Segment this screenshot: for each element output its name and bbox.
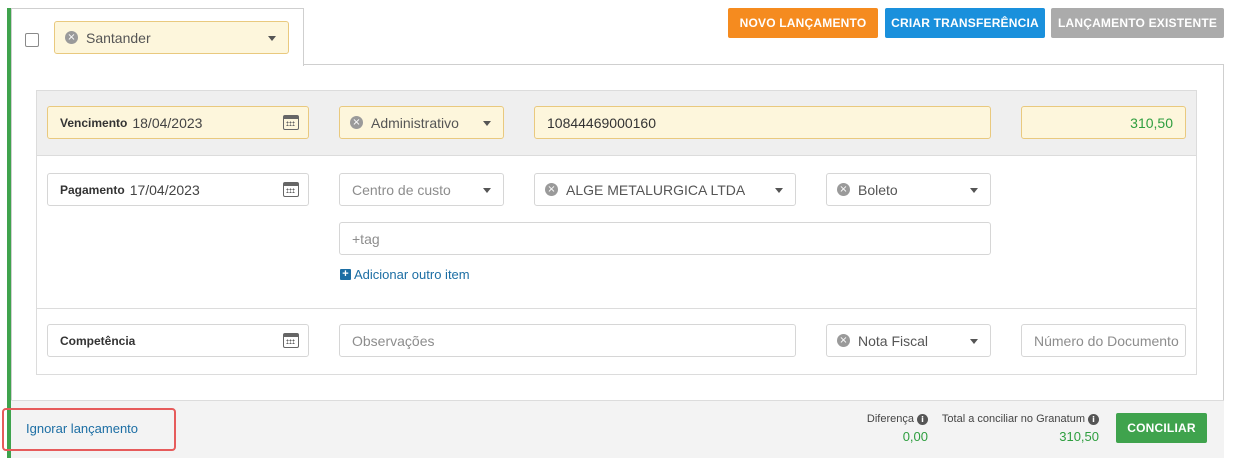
clear-icon[interactable]: × [65, 31, 78, 44]
calendar-icon[interactable] [283, 333, 299, 348]
amount-value: 310,50 [1130, 114, 1173, 131]
chevron-down-icon [483, 188, 491, 193]
total-value: 310,50 [1059, 429, 1099, 444]
clear-icon[interactable]: × [837, 183, 850, 196]
numero-documento-input[interactable]: Número do Documento [1021, 324, 1186, 357]
tag-placeholder: +tag [352, 230, 380, 247]
select-checkbox[interactable] [25, 33, 39, 47]
centro-custo-placeholder: Centro de custo [352, 181, 451, 198]
novo-lancamento-button[interactable]: NOVO LANÇAMENTO [728, 8, 878, 38]
chevron-down-icon [268, 36, 276, 41]
clear-icon[interactable]: × [837, 334, 850, 347]
calendar-icon[interactable] [283, 115, 299, 130]
lancamento-existente-button[interactable]: LANÇAMENTO EXISTENTE [1051, 8, 1224, 38]
bank-select-value: Santander [86, 29, 151, 46]
centro-custo-select[interactable]: Centro de custo [339, 173, 504, 206]
document-field[interactable]: 10844469000160 [534, 106, 991, 139]
tag-input[interactable]: +tag [339, 222, 991, 255]
fornecedor-select[interactable]: × ALGE METALURGICA LTDA [534, 173, 796, 206]
numero-documento-placeholder: Número do Documento [1034, 332, 1179, 349]
pagamento-field[interactable]: Pagamento 17/04/2023 [47, 173, 309, 206]
transaction-card: × Santander NOVO LANÇAMENTO CRIAR TRANSF… [0, 0, 1233, 468]
tipo-documento-value: Nota Fiscal [858, 332, 929, 349]
document-value: 10844469000160 [547, 114, 657, 131]
ignore-link[interactable]: Ignorar lançamento [26, 421, 138, 436]
vencimento-field[interactable]: Vencimento 18/04/2023 [47, 106, 309, 139]
diferenca-label-text: Diferença [866, 413, 914, 425]
category-select[interactable]: × Administrativo [339, 106, 504, 139]
conciliar-button[interactable]: CONCILIAR [1116, 413, 1207, 443]
bank-select[interactable]: × Santander [54, 21, 289, 54]
pagamento-value: 17/04/2023 [129, 181, 200, 198]
competencia-label: Competência [60, 333, 136, 348]
observacoes-input[interactable]: Observações [339, 324, 796, 357]
fornecedor-value: ALGE METALURGICA LTDA [566, 181, 746, 198]
chevron-down-icon [970, 188, 978, 193]
chevron-down-icon [970, 339, 978, 344]
chevron-down-icon [483, 121, 491, 126]
pagamento-label: Pagamento [60, 182, 125, 197]
competencia-field[interactable]: Competência [47, 324, 309, 357]
tipo-documento-select[interactable]: × Nota Fiscal [826, 324, 991, 357]
category-value: Administrativo [371, 114, 459, 131]
add-item-label: Adicionar outro item [354, 267, 470, 282]
diferenca-value: 0,00 [902, 429, 928, 444]
amount-field[interactable]: 310,50 [1021, 106, 1186, 139]
add-item-link[interactable]: + Adicionar outro item [340, 267, 470, 282]
info-icon[interactable]: i [1088, 413, 1099, 425]
chevron-down-icon [775, 188, 783, 193]
forma-pagamento-select[interactable]: × Boleto [826, 173, 991, 206]
total-label: Total a conciliar no Granatum i [935, 413, 1099, 425]
plus-icon: + [340, 269, 351, 280]
info-icon[interactable]: i [917, 413, 928, 425]
calendar-icon[interactable] [283, 182, 299, 197]
section-divider [36, 308, 1197, 309]
forma-pagamento-value: Boleto [858, 181, 898, 198]
vencimento-label: Vencimento [60, 115, 128, 130]
clear-icon[interactable]: × [545, 183, 558, 196]
total-label-text: Total a conciliar no Granatum [941, 413, 1085, 425]
observacoes-placeholder: Observações [352, 332, 435, 349]
diferenca-label: Diferença i [800, 413, 928, 425]
criar-transferencia-button[interactable]: CRIAR TRANSFERÊNCIA [885, 8, 1045, 38]
clear-icon[interactable]: × [350, 116, 363, 129]
vencimento-value: 18/04/2023 [132, 114, 203, 131]
